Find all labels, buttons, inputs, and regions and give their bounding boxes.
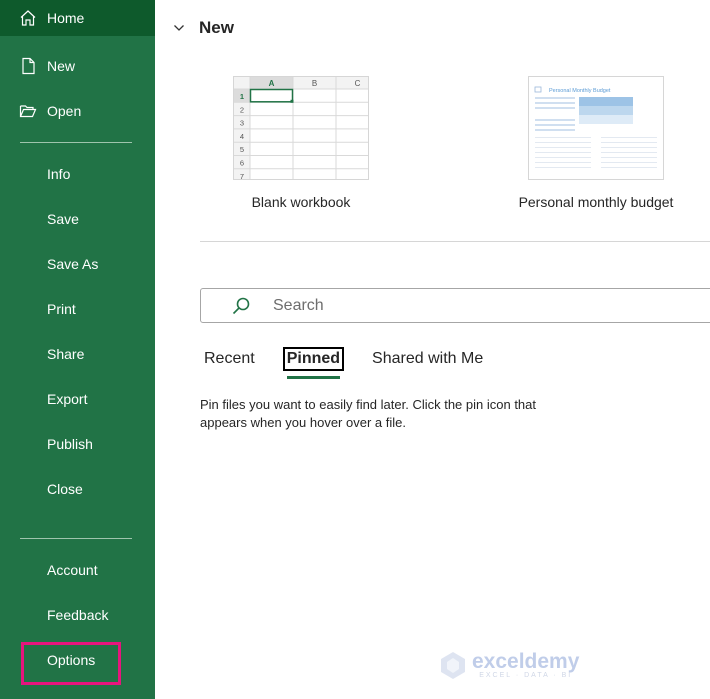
watermark-tagline: EXCEL · DATA · BI xyxy=(479,671,573,679)
folder-open-icon xyxy=(19,102,37,120)
sidebar-item-label: Share xyxy=(47,346,85,362)
sidebar-item-export[interactable]: Export xyxy=(0,381,155,417)
tab-label: Recent xyxy=(204,350,255,367)
section-divider xyxy=(200,241,710,242)
sidebar-item-label: New xyxy=(47,58,76,74)
grid-row-label: 3 xyxy=(240,119,244,128)
tab-label: Shared with Me xyxy=(372,350,484,367)
template-label: Personal monthly budget xyxy=(518,194,674,210)
sidebar-item-info[interactable]: Info xyxy=(0,156,155,192)
sidebar-item-new[interactable]: New xyxy=(0,48,155,84)
grid-row-label: 7 xyxy=(240,172,244,179)
new-section-header[interactable]: New xyxy=(173,18,234,38)
backstage-sidebar: Home New Open Info Save Save As Print Sh… xyxy=(0,0,155,699)
chevron-down-icon xyxy=(174,25,184,31)
sidebar-item-label: Home xyxy=(47,10,85,26)
new-document-icon xyxy=(19,57,37,75)
grid-row-label: 5 xyxy=(240,145,244,154)
grid-row-label: 2 xyxy=(240,105,244,114)
tab-pinned[interactable]: Pinned xyxy=(282,347,345,379)
sidebar-item-close[interactable]: Close xyxy=(0,471,155,507)
grid-row-label: 1 xyxy=(240,92,244,101)
home-icon xyxy=(19,9,37,27)
budget-preview-image: Personal Monthly Budget xyxy=(534,86,657,168)
grid-row-label: 6 xyxy=(240,159,244,168)
sidebar-item-account[interactable]: Account xyxy=(0,552,155,588)
tab-shared-with-me[interactable]: Shared with Me xyxy=(368,347,487,371)
sidebar-item-publish[interactable]: Publish xyxy=(0,426,155,462)
watermark-brand: exceldemy xyxy=(472,649,580,673)
grid-selected-cell xyxy=(249,88,294,103)
sidebar-item-label: Close xyxy=(47,481,83,497)
exceldemy-logo-icon xyxy=(441,652,465,679)
sidebar-item-share[interactable]: Share xyxy=(0,336,155,372)
grid-column-label: C xyxy=(355,79,361,88)
tab-label: Pinned xyxy=(286,350,341,367)
file-tabs: Recent Pinned Shared with Me xyxy=(200,347,487,379)
sidebar-item-home[interactable]: Home xyxy=(0,0,155,36)
spreadsheet-grid-preview: A B C 1 2 3 4 5 6 7 xyxy=(234,77,368,191)
template-personal-monthly-budget[interactable]: Personal Monthly Budget Personal monthly… xyxy=(519,76,673,210)
search-icon xyxy=(232,297,250,314)
blank-workbook-thumbnail: A B C 1 2 3 4 5 6 7 xyxy=(233,76,369,191)
template-blank-workbook[interactable]: A B C 1 2 3 4 5 6 7 Blank workbook xyxy=(233,76,369,210)
sidebar-item-feedback[interactable]: Feedback xyxy=(0,597,155,633)
backstage-main: New A B C 1 2 3 4 5 6 7 Blank workbook Personal M… xyxy=(155,0,710,699)
section-title: New xyxy=(199,18,234,37)
grid-row-label: 4 xyxy=(240,132,244,141)
sidebar-item-save-as[interactable]: Save As xyxy=(0,246,155,282)
sidebar-item-label: Info xyxy=(47,166,71,182)
budget-thumb-title: Personal Monthly Budget xyxy=(549,88,611,94)
template-label: Blank workbook xyxy=(251,194,351,210)
sidebar-item-label: Publish xyxy=(47,436,93,452)
sidebar-item-label: Print xyxy=(47,301,76,317)
search-box[interactable] xyxy=(200,288,710,323)
sidebar-item-open[interactable]: Open xyxy=(0,93,155,129)
sidebar-item-label: Open xyxy=(47,103,82,119)
sidebar-item-label: Export xyxy=(47,391,88,407)
tab-recent[interactable]: Recent xyxy=(200,347,259,371)
sidebar-item-print[interactable]: Print xyxy=(0,291,155,327)
grid-column-label: A xyxy=(269,79,275,88)
sidebar-item-label: Save xyxy=(47,211,79,227)
sidebar-item-save[interactable]: Save xyxy=(0,201,155,237)
sidebar-divider xyxy=(20,538,132,539)
pinned-empty-message: Pin files you want to easily find later.… xyxy=(200,397,537,430)
budget-thumbnail: Personal Monthly Budget xyxy=(528,76,664,180)
grid-column-label: B xyxy=(312,79,317,88)
sidebar-divider xyxy=(20,142,132,143)
sidebar-item-label: Save As xyxy=(47,256,99,272)
options-highlight-box xyxy=(21,642,121,685)
active-tab-indicator xyxy=(286,376,341,379)
sidebar-item-label: Feedback xyxy=(47,607,109,623)
sidebar-item-label: Account xyxy=(47,562,98,578)
search-input[interactable] xyxy=(271,295,675,316)
exceldemy-watermark: exceldemy EXCEL · DATA · BI xyxy=(438,650,579,680)
grid-fill-handle xyxy=(290,99,294,103)
